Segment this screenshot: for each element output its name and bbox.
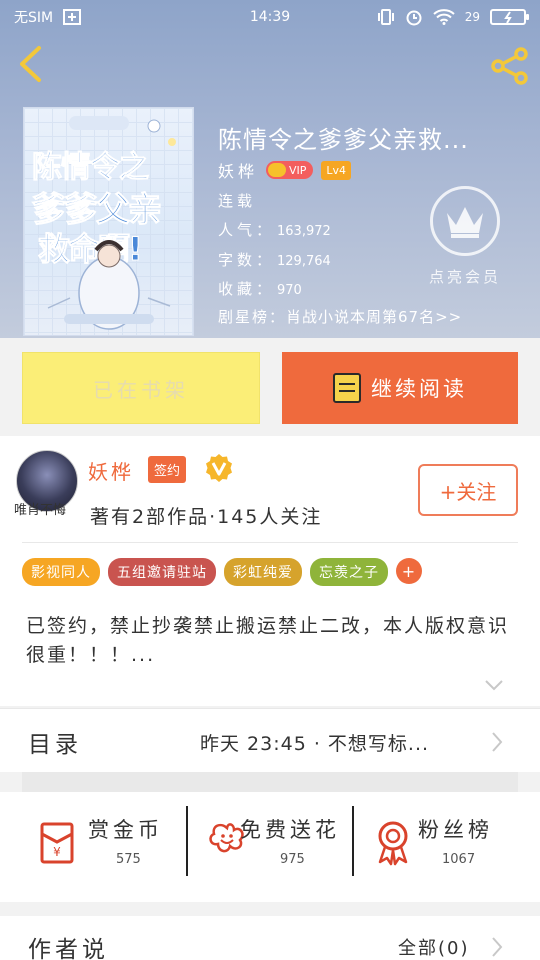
member-label: 点亮会员 [428, 268, 501, 286]
wifi-icon [433, 9, 455, 25]
share-button[interactable] [488, 44, 532, 88]
crown-icon [447, 207, 483, 238]
carrier-label: 无SIM [14, 10, 54, 26]
continue-reading-label: 继续阅读 [371, 377, 467, 401]
more-tags-button[interactable]: + [396, 558, 422, 584]
reward-separator [186, 806, 188, 876]
popularity-stat: 人气： 163,972 [218, 221, 331, 239]
word-count-stat: 字数： 129,764 [218, 251, 331, 269]
tag-chip[interactable]: 五组邀请驻站 [108, 558, 216, 586]
screenshot-icon [63, 9, 82, 25]
reward-coins-button[interactable]: ¥ 赏金币 575 [24, 806, 184, 888]
book-author-name[interactable]: 妖桦 [218, 158, 258, 182]
tag-chip[interactable]: 彩虹纯爱 [224, 558, 302, 586]
tag-chip[interactable]: 影视同人 [22, 558, 100, 586]
book-synopsis[interactable]: 已签约，禁止抄袭禁止搬运禁止二改，本人版权意识很重！！！... [26, 612, 518, 670]
book-icon [333, 373, 361, 403]
on-shelf-button[interactable]: 已在书架 [22, 352, 260, 424]
avatar-caption: 唯肖不悔 [14, 503, 67, 518]
continue-reading-button[interactable]: 继续阅读 [282, 352, 518, 424]
share-icon [491, 47, 528, 85]
status-bar: 无SIM 14:39 29 [0, 0, 540, 34]
medal-icon [378, 821, 408, 866]
reward-bar: ¥ 赏金币 575 免费送花 975 粉丝榜 1067 [0, 792, 540, 902]
back-arrow-icon [20, 46, 41, 82]
book-title: 陈情令之爹爹父亲救... [218, 126, 469, 154]
section-divider [22, 772, 518, 792]
chevron-right-icon [492, 732, 503, 752]
serial-status: 连载 [218, 192, 257, 210]
follow-button[interactable]: +关注 [418, 464, 518, 516]
latest-chapter: 昨天 23:45 · 不想写标... [200, 733, 430, 755]
back-button[interactable] [12, 42, 48, 86]
divider [22, 542, 518, 543]
author-name[interactable]: 妖桦 [88, 456, 134, 485]
signed-badge: 签约 [148, 456, 187, 483]
author-says-all: 全部(0) [398, 938, 470, 959]
battery-percent: 29 [464, 10, 480, 24]
author-stats: 著有2部作品·145人关注 [90, 506, 323, 528]
author-says-row[interactable]: 作者说 全部(0) [0, 916, 540, 960]
catalog-title: 目录 [28, 732, 82, 758]
vip-badge: VIP [266, 161, 314, 179]
book-cover[interactable]: 陈情令之 爹爹父亲 救命啊! [23, 107, 194, 336]
vibrate-icon [377, 9, 395, 25]
favorites-stat: 收藏： 970 [218, 280, 302, 298]
reward-separator [352, 806, 354, 876]
member-button[interactable]: 点亮会员 [420, 186, 510, 287]
level-badge: Lv4 [321, 160, 352, 180]
expand-chevron-icon[interactable] [484, 678, 504, 692]
tag-chip[interactable]: 忘羡之子 [310, 558, 388, 586]
section-divider [0, 902, 540, 916]
book-header: 无SIM 14:39 29 陈情令之 爹爹父亲 救命啊! 陈情令之爹爹父亲救..… [0, 0, 540, 338]
chevron-right-icon [492, 937, 503, 957]
vip-crown-icon [268, 163, 287, 177]
send-flowers-button[interactable]: 免费送花 975 [192, 806, 352, 888]
tag-list: 影视同人 五组邀请驻站 彩虹纯爱 忘羡之子 + [22, 558, 422, 586]
svg-text:¥: ¥ [53, 845, 61, 859]
status-time: 14:39 [249, 9, 291, 25]
author-card: 唯肖不悔 妖桦 签约 著有2部作品·145人关注 +关注 影视同人 五组邀请驻站… [0, 436, 540, 706]
ranking-link[interactable]: 剧星榜：肖战小说本周第67名>> [218, 306, 462, 327]
catalog-row[interactable]: 目录 昨天 23:45 · 不想写标... [0, 708, 540, 772]
verified-v-icon [206, 454, 232, 482]
book-actions: 已在书架 继续阅读 [22, 352, 518, 424]
cover-illustration [47, 116, 176, 330]
fan-ranking-button[interactable]: 粉丝榜 1067 [358, 806, 518, 888]
red-envelope-icon: ¥ [40, 822, 74, 864]
battery-icon [490, 9, 529, 25]
alarm-icon [405, 8, 423, 26]
book-author-row: 妖桦 VIP Lv4 [218, 158, 352, 182]
author-says-title: 作者说 [28, 937, 109, 960]
